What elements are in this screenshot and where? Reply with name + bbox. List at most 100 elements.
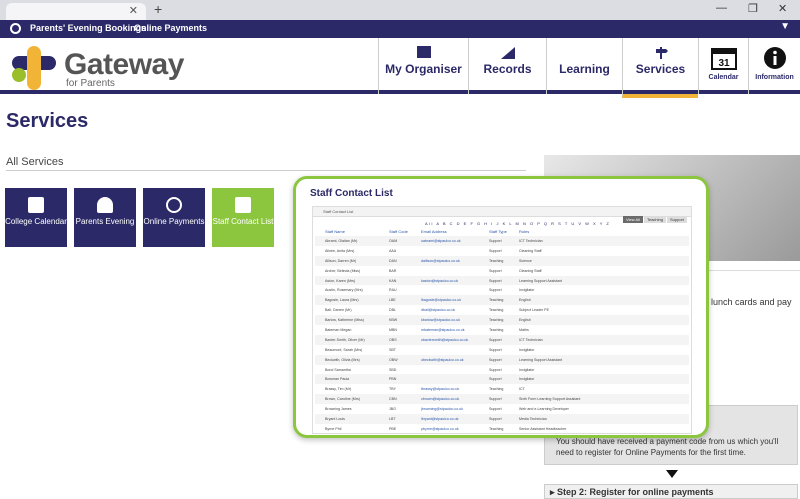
maximize-icon[interactable]: ❐ [748, 2, 758, 15]
book-icon [578, 46, 592, 58]
staff-code: JBG [389, 407, 396, 412]
column-header[interactable]: Staff Code [389, 229, 408, 234]
table-row[interactable]: Baxter-Smith, Oliver (Mr) OBS obaxtersmith… [315, 334, 689, 345]
step2-text[interactable]: ▸ Step 2: Register for online payments [550, 487, 714, 498]
teaching-button[interactable]: Teaching [643, 216, 666, 223]
table-row[interactable]: Beaumont, Sarah (Mrs) SBT Support Invigilat… [315, 345, 689, 355]
calendar-day: 31 [718, 58, 730, 69]
tile-staff-contact-list[interactable]: Staff Contact List [212, 188, 274, 247]
staff-role: Invigilator [519, 288, 535, 293]
email-address[interactable]: mbateman@stpaulco.co.uk [421, 328, 465, 332]
contact-card-icon [235, 197, 251, 213]
staff-role: Sixth Form Learning Support Assistant [519, 397, 581, 402]
info-icon [763, 47, 786, 69]
email-address[interactable]: lbagosle@stpaulco.co.uk [421, 298, 461, 302]
staff-role: English [519, 298, 531, 303]
staff-role: Maths [519, 328, 529, 333]
email-address[interactable]: oabrami@stpaulco.co.uk [421, 239, 461, 243]
nav-services[interactable]: Services [622, 38, 698, 98]
column-header[interactable]: Staff Type [489, 229, 507, 234]
table-row[interactable]: Bateman Megan MBN mbateman@stpaulco.co.uk T… [315, 325, 689, 335]
staff-type: Teaching [489, 328, 504, 333]
staff-name: Barlow, Katherine (Miss) [325, 318, 364, 323]
table-row[interactable]: Bond Samantha SBD Support Invigilator [315, 365, 689, 375]
nav-learning[interactable]: Learning [546, 38, 622, 94]
chart-icon [500, 46, 515, 59]
table-row[interactable]: Beckwith, Olivia (Mrs) OBW obeckwith@stpau… [315, 354, 689, 365]
staff-name: Allison, Darren (Mr) [325, 258, 357, 263]
nav-records[interactable]: Records [468, 38, 546, 94]
table-row[interactable]: Bowman Paula PBN Support Invigilator [315, 374, 689, 385]
email-address[interactable]: jbrowning@stpaulco.co.uk [421, 407, 463, 411]
browser-tab[interactable]: ✕ [6, 3, 146, 20]
table-row[interactable]: Browning James JBG jbrowning@stpaulco.co.u… [315, 404, 689, 414]
staff-role: ICT Technician [519, 239, 543, 243]
table-row[interactable]: Austin, Rosemary (Mrs) RAU Support Invigila… [315, 285, 689, 295]
table-row[interactable]: Bryant Louis LBT lbryant@stpaulco.co.uk Sup… [315, 414, 689, 424]
online-payments-link[interactable]: Online Payments [134, 23, 207, 33]
staff-code: SBD [389, 367, 397, 372]
tile-online-payments[interactable]: Online Payments [143, 188, 205, 247]
table-row[interactable]: Brown, Caroline (Mrs) CBN cbrown@stpaulco.… [315, 394, 689, 405]
nav-label: Records [483, 62, 532, 76]
table-row[interactable]: Barlow, Katherine (Miss) KBW kbarlow@stpau… [315, 315, 689, 326]
email-address[interactable]: kbarlow@stpaulco.co.uk [421, 318, 460, 322]
alphabet-filter[interactable]: All A B C D E F G H I J K L M N O P Q R … [425, 221, 610, 226]
staff-name: Archer, Belinda (Miss) [325, 268, 361, 273]
staff-type: Teaching [489, 387, 504, 392]
staff-role: ICT [519, 387, 525, 392]
tile-parents-evening[interactable]: Parents Evening [74, 188, 136, 247]
staff-type: Teaching [489, 258, 504, 263]
new-tab-icon[interactable]: + [154, 1, 162, 17]
table-row[interactable]: Abrami, Olaitan (Mr) OAM oabrami@stpaulco.… [315, 236, 689, 246]
email-address[interactable]: obaxtersmith@stpaulco.co.uk [421, 338, 468, 342]
table-row[interactable]: Aston, Karen (Mrs) KAN kaston@stpaulco.co.… [315, 275, 689, 286]
staff-type: Support [489, 347, 502, 352]
column-header[interactable]: Email Address [421, 229, 447, 234]
parents-evening-bookings-link[interactable]: Parents' Evening Bookings [30, 23, 146, 33]
email-address[interactable]: tbrassy@stpaulco.co.uk [421, 387, 459, 391]
staff-role: Web and e-Learning Developer [519, 407, 569, 412]
support-button[interactable]: Support [666, 216, 687, 223]
staff-code: DAN [389, 258, 397, 263]
tile-label: Online Payments [143, 217, 205, 226]
person-icon [97, 197, 113, 213]
email-address[interactable]: dball@stpaulco.co.uk [421, 308, 455, 312]
triangle-right-icon: ▸ [550, 487, 558, 497]
column-header[interactable]: Roles [519, 229, 529, 234]
email-address[interactable]: cbrown@stpaulco.co.uk [421, 397, 459, 401]
table-row[interactable]: Archer, Belinda (Miss) BAR Support Cleaning… [315, 266, 689, 276]
tile-label: Staff Contact List [212, 217, 274, 226]
table-row[interactable]: Ball, Darren (Mr) DBL dball@stpaulco.co.uk… [315, 305, 689, 315]
chevron-down-icon[interactable]: ▼ [780, 21, 790, 32]
tile-college-calendar[interactable]: College Calendar [5, 188, 67, 247]
email-address[interactable]: lbryant@stpaulco.co.uk [421, 417, 458, 421]
staff-code: AAA [389, 248, 397, 253]
popup-title: Staff Contact List [310, 188, 393, 199]
nav-my-organiser[interactable]: My Organiser [378, 38, 468, 94]
staff-role: Invigilator [519, 367, 535, 372]
gateway-logo[interactable] [12, 46, 56, 90]
table-row[interactable]: Allnee, Anita (Mrs) AAA Support Cleaning St… [315, 246, 689, 256]
staff-name: Beaumont, Sarah (Mrs) [325, 347, 363, 352]
table-row[interactable]: Byrne Phil PBE pbyrne@stpaulco.co.uk Teachi… [315, 424, 689, 434]
column-header[interactable]: Staff Name [325, 229, 345, 234]
staff-type: Support [489, 417, 502, 422]
grid-icon [416, 46, 431, 58]
table-row[interactable]: Brassy, Tim (Mr) TBY tbrassy@stpaulco.co.u… [315, 384, 689, 394]
email-address[interactable]: obeckwith@stpaulco.co.uk [421, 358, 464, 362]
email-address[interactable]: dallison@stpaulco.co.uk [421, 259, 460, 263]
email-address[interactable]: pbyrne@stpaulco.co.uk [421, 427, 459, 431]
minimize-icon[interactable]: — [716, 2, 727, 14]
close-tab-icon[interactable]: ✕ [129, 4, 138, 17]
nav-information[interactable]: Information [748, 38, 800, 94]
nav-label: My Organiser [385, 62, 462, 76]
globe-icon [10, 23, 21, 34]
close-window-icon[interactable]: ✕ [778, 2, 787, 15]
table-row[interactable]: Allison, Darren (Mr) DAN dallison@stpaulco… [315, 255, 689, 266]
table-row[interactable]: Bagosle, Laura (Mrs) LBE lbagosle@stpaulco… [315, 295, 689, 306]
nav-calendar[interactable]: 31 Calendar [698, 38, 748, 94]
staff-type: Teaching [489, 308, 504, 313]
view-all-button[interactable]: View All [623, 216, 643, 223]
email-address[interactable]: kaston@stpaulco.co.uk [421, 279, 458, 283]
